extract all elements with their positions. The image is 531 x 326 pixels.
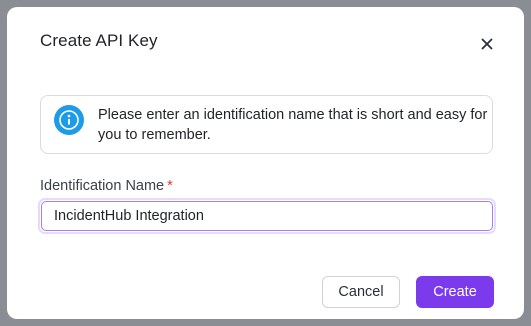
required-mark: * <box>167 178 173 194</box>
dialog-title: Create API Key <box>40 31 158 50</box>
identification-name-input[interactable] <box>41 201 493 231</box>
create-button[interactable]: Create <box>416 276 494 308</box>
info-message: Please enter an identification name that… <box>98 107 488 143</box>
info-icon <box>54 105 84 135</box>
field-label-text: Identification Name <box>40 178 165 194</box>
create-api-key-dialog: Create API Key Please enter an identific… <box>7 7 524 319</box>
identification-name-label: Identification Name * <box>40 178 173 194</box>
close-icon <box>481 38 493 50</box>
cancel-button[interactable]: Cancel <box>322 276 400 308</box>
identification-name-field-wrap <box>38 198 496 234</box>
close-button[interactable] <box>475 32 499 56</box>
info-alert: Please enter an identification name that… <box>40 95 493 154</box>
